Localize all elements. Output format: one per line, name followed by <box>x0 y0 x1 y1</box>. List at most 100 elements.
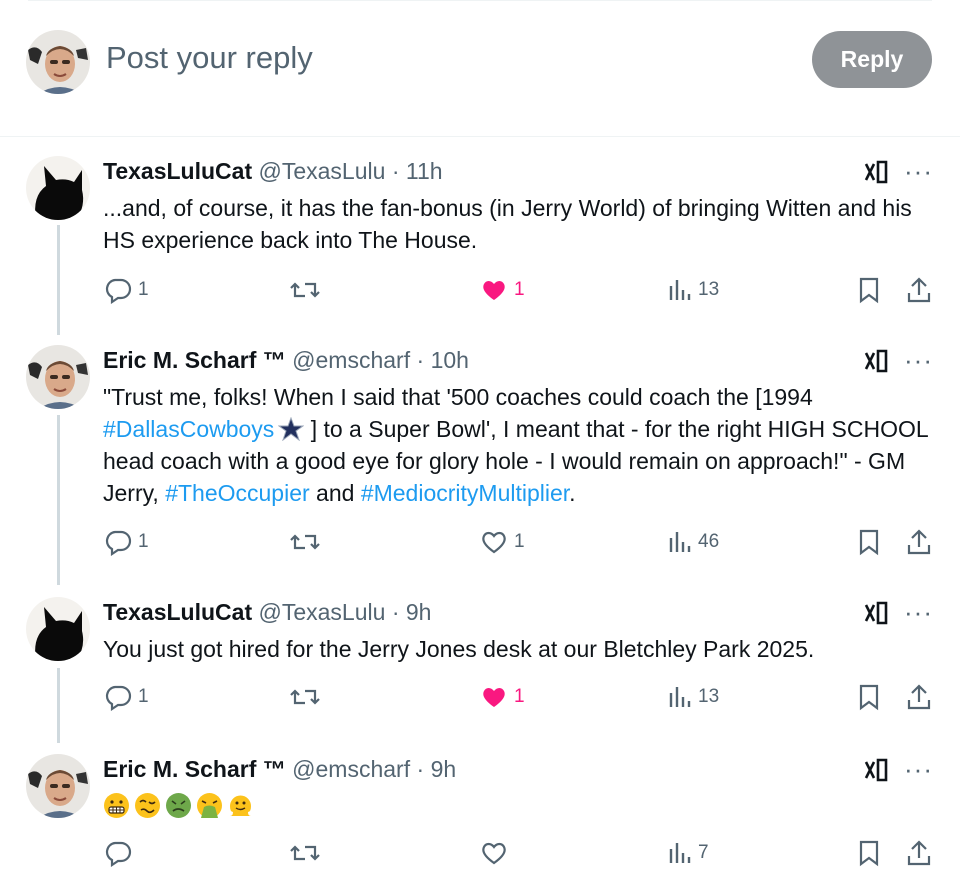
hashtag-link[interactable]: #TheOccupier <box>165 480 309 506</box>
reply-count: 1 <box>138 531 149 552</box>
bookmark-button[interactable] <box>856 683 882 711</box>
bookmark-icon <box>859 684 879 711</box>
views-action[interactable]: 13 <box>668 276 719 304</box>
heart-icon <box>482 531 506 554</box>
bookmark-button[interactable] <box>856 528 882 556</box>
like-count: 1 <box>514 686 525 707</box>
bookmark-icon <box>859 529 879 556</box>
like-action[interactable] <box>480 839 514 867</box>
handle[interactable]: @TexasLulu <box>259 158 386 184</box>
separator: · <box>416 756 425 782</box>
avatar[interactable] <box>26 156 90 220</box>
like-action[interactable]: 1 <box>480 683 525 711</box>
text-segment: . <box>569 480 576 506</box>
reply-action[interactable]: 1 <box>104 276 149 304</box>
display-name[interactable]: TexasLuluCat <box>103 158 252 184</box>
repost-action[interactable] <box>289 839 321 867</box>
timestamp[interactable]: 9h <box>406 599 432 625</box>
hashtag-link[interactable]: #DallasCowboys <box>103 416 274 442</box>
repost-action[interactable] <box>289 683 321 711</box>
avatar[interactable] <box>26 30 90 94</box>
display-name[interactable]: Eric M. Scharf ™ <box>103 756 286 782</box>
like-action[interactable]: 1 <box>480 528 525 556</box>
views-action[interactable]: 7 <box>668 839 709 867</box>
avatar[interactable] <box>26 754 90 818</box>
views-count: 13 <box>698 279 720 300</box>
display-name[interactable]: TexasLuluCat <box>103 599 252 625</box>
analytics-icon <box>669 280 691 300</box>
more-options-icon[interactable]: ··· <box>904 754 933 785</box>
views-count: 46 <box>698 531 720 552</box>
timestamp[interactable]: 9h <box>431 756 457 782</box>
grok-icon[interactable] <box>862 756 890 784</box>
analytics-icon <box>669 687 691 707</box>
more-options-icon[interactable]: ··· <box>904 597 933 628</box>
share-icon <box>907 529 931 555</box>
action-bar: 7 <box>0 839 960 871</box>
repost-icon <box>290 689 320 705</box>
melting-face-icon <box>230 795 251 816</box>
action-bar: 1 1 46 <box>0 528 960 560</box>
share-button[interactable] <box>905 839 933 867</box>
more-options-icon[interactable]: ··· <box>904 156 933 187</box>
action-bar: 1 1 13 <box>0 276 960 308</box>
share-icon <box>907 684 931 710</box>
separator: · <box>391 599 400 625</box>
woozy-face-icon <box>135 793 160 818</box>
grok-icon[interactable] <box>862 158 890 186</box>
reply-icon <box>105 530 132 556</box>
display-name[interactable]: Eric M. Scharf ™ <box>103 347 286 373</box>
reply-icon <box>105 841 132 867</box>
repost-icon <box>290 845 320 861</box>
bookmark-button[interactable] <box>856 276 882 304</box>
repost-action[interactable] <box>289 276 321 304</box>
repost-action[interactable] <box>289 528 321 556</box>
reply-action[interactable]: 1 <box>104 683 149 711</box>
reply-action[interactable] <box>104 839 138 867</box>
heart-filled-icon <box>483 281 505 300</box>
reply-input[interactable]: Post your reply <box>106 40 313 76</box>
share-icon <box>907 277 931 303</box>
text-segment: and <box>309 480 361 506</box>
bookmark-icon <box>859 277 879 304</box>
grok-icon[interactable] <box>862 599 890 627</box>
tweet-text <box>103 790 938 819</box>
share-button[interactable] <box>905 683 933 711</box>
reply-count: 1 <box>138 279 149 300</box>
bookmark-button[interactable] <box>856 839 882 867</box>
heart-filled-icon <box>483 688 505 707</box>
reply-icon <box>105 685 132 711</box>
handle[interactable]: @emscharf <box>292 756 410 782</box>
share-icon <box>907 840 931 866</box>
grok-icon[interactable] <box>862 347 890 375</box>
timestamp[interactable]: 11h <box>406 158 443 184</box>
analytics-icon <box>669 532 691 552</box>
handle[interactable]: @emscharf <box>292 347 410 373</box>
views-count: 13 <box>698 686 720 707</box>
reply-action[interactable]: 1 <box>104 528 149 556</box>
tweet-text: You just got hired for the Jerry Jones d… <box>103 636 815 662</box>
views-action[interactable]: 46 <box>668 528 719 556</box>
emoji-row <box>103 792 938 819</box>
reply-button[interactable]: Reply <box>812 31 932 88</box>
tweet-text: ...and, of course, it has the fan-bonus … <box>103 195 912 253</box>
reply-count: 1 <box>138 686 149 707</box>
hashtag-link[interactable]: #MediocrityMultiplier <box>361 480 569 506</box>
views-count: 7 <box>698 842 709 863</box>
heart-icon <box>482 842 506 865</box>
more-options-icon[interactable]: ··· <box>904 345 933 376</box>
avatar[interactable] <box>26 597 90 661</box>
views-action[interactable]: 13 <box>668 683 719 711</box>
timestamp[interactable]: 10h <box>431 347 469 373</box>
share-button[interactable] <box>905 276 933 304</box>
text-segment: "Trust me, folks! When I said that '500 … <box>103 384 813 410</box>
like-action[interactable]: 1 <box>480 276 525 304</box>
separator: · <box>416 347 425 373</box>
share-button[interactable] <box>905 528 933 556</box>
repost-icon <box>290 534 320 550</box>
avatar[interactable] <box>26 345 90 409</box>
star-emoji-icon <box>277 416 305 442</box>
handle[interactable]: @TexasLulu <box>259 599 386 625</box>
reply-composer: Post your reply Reply <box>0 0 960 137</box>
vomiting-face-icon <box>197 793 222 818</box>
